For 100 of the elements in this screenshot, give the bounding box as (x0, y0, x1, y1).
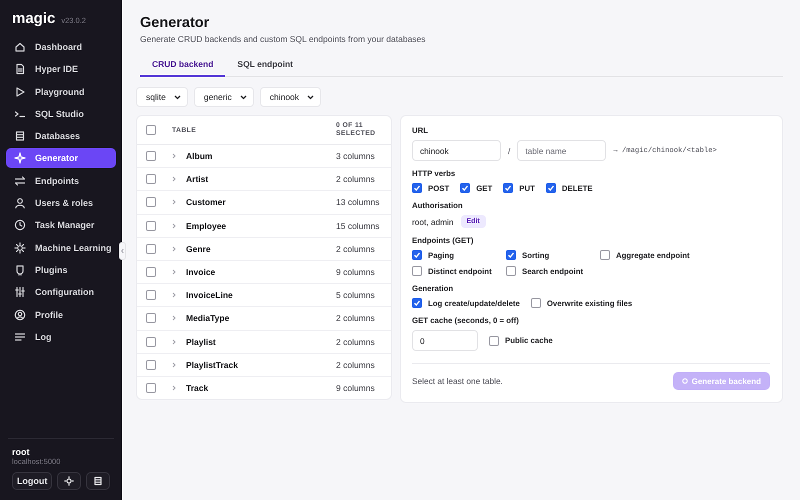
checkbox[interactable] (412, 266, 422, 276)
play-icon (14, 86, 26, 98)
sidebar-item[interactable]: Endpoints (6, 170, 116, 191)
user-icon (14, 197, 26, 210)
roles-text: root, admin (412, 216, 454, 226)
document-icon (14, 63, 26, 76)
sidebar-item[interactable]: Log (6, 326, 116, 347)
table-name: Invoice (186, 267, 216, 278)
sidebar-item[interactable]: Playground (6, 82, 116, 102)
column-count: 3 columns (336, 151, 376, 162)
table-name: Track (186, 382, 210, 393)
table-name: InvoiceLine (186, 290, 234, 300)
sidebar-item[interactable]: Profile (6, 304, 116, 325)
column-count: 15 columns (336, 220, 380, 231)
clock-icon (14, 219, 26, 232)
dropdown[interactable]: generic (194, 87, 254, 107)
checkbox[interactable] (506, 266, 516, 276)
collapse-handle[interactable] (119, 242, 126, 260)
expand-icon[interactable] (172, 315, 176, 322)
expand-icon[interactable] (172, 269, 176, 276)
column-count: 13 columns (336, 197, 380, 208)
column-count: 2 columns (336, 336, 376, 347)
checkbox[interactable] (546, 183, 556, 193)
checkbox[interactable] (146, 267, 156, 278)
expand-icon[interactable] (172, 384, 176, 391)
checkbox[interactable] (460, 183, 470, 193)
checkbox[interactable] (506, 250, 516, 260)
expand-icon[interactable] (172, 199, 176, 206)
column-count: 2 columns (336, 244, 376, 254)
sidebar-item[interactable]: Plugins (6, 260, 116, 280)
column-count: 2 columns (336, 360, 376, 370)
sliders-icon (14, 286, 26, 298)
table-name: Artist (186, 174, 210, 184)
cache-field[interactable]: 0 (412, 330, 478, 351)
checkbox[interactable] (530, 298, 541, 308)
sidebar-item[interactable]: Dashboard (6, 37, 116, 57)
table-name: Playlist (186, 336, 217, 347)
checkbox[interactable] (146, 290, 156, 300)
logout-button[interactable]: Logout (12, 472, 52, 490)
column-count: 2 columns (336, 313, 376, 324)
user-name: root (12, 447, 30, 457)
checkbox[interactable] (146, 151, 156, 162)
sun-icon (64, 476, 74, 486)
chevron-down-icon (307, 94, 314, 100)
dropdown[interactable]: chinook (260, 87, 322, 107)
sidebar-item[interactable]: Configuration (6, 282, 116, 302)
database-button[interactable] (86, 472, 110, 490)
tab[interactable]: CRUD backend (140, 56, 226, 77)
checkbox[interactable] (146, 125, 156, 135)
expand-icon[interactable] (172, 222, 176, 229)
table-name-field[interactable]: table name (517, 140, 606, 161)
expand-icon[interactable] (172, 246, 176, 252)
checkbox[interactable] (146, 313, 156, 324)
database-field[interactable]: chinook (412, 140, 501, 161)
checkbox[interactable] (412, 298, 422, 308)
sidebar-item[interactable]: Task Manager (6, 215, 116, 236)
tab[interactable]: SQL endpoint (225, 56, 305, 77)
sidebar-item[interactable]: Generator (6, 148, 116, 168)
column-count: 5 columns (336, 290, 376, 300)
list-icon (14, 330, 26, 343)
checkbox[interactable] (146, 197, 156, 208)
url-separator: / (508, 146, 510, 156)
checkbox[interactable] (146, 174, 156, 184)
expand-icon[interactable] (172, 338, 176, 345)
expand-icon[interactable] (172, 362, 176, 368)
checkbox[interactable] (146, 360, 156, 370)
database-icon (93, 476, 104, 486)
chevron-down-icon (240, 94, 247, 100)
theme-button[interactable] (57, 472, 82, 490)
table-name: MediaType (186, 313, 230, 324)
sidebar-item[interactable]: SQL Studio (6, 104, 116, 124)
home-icon (14, 41, 26, 53)
checkbox[interactable] (489, 336, 499, 346)
column-count: 2 columns (336, 174, 376, 184)
sidebar-item[interactable]: Users & roles (6, 193, 116, 214)
expand-icon[interactable] (172, 176, 176, 182)
hint-text: Select at least one table. (412, 376, 503, 386)
checkbox[interactable] (600, 250, 610, 260)
sidebar-item[interactable]: Databases (6, 126, 116, 146)
app-logo: magic (12, 10, 56, 27)
checkbox[interactable] (146, 336, 156, 347)
circle-icon (682, 378, 688, 384)
sparkle-icon (14, 152, 26, 164)
dropdown[interactable]: sqlite (136, 87, 188, 107)
profile-icon (14, 308, 26, 321)
column-count: 9 columns (336, 267, 376, 278)
checkbox[interactable] (146, 220, 156, 231)
expand-icon[interactable] (172, 292, 176, 298)
sidebar-item[interactable]: Hyper IDE (6, 59, 116, 80)
checkbox[interactable] (503, 183, 514, 193)
table-name: Genre (186, 244, 212, 254)
checkbox[interactable] (412, 183, 422, 193)
checkbox[interactable] (146, 382, 156, 393)
expand-icon[interactable] (172, 153, 176, 160)
gear-icon (14, 242, 26, 254)
checkbox[interactable] (146, 244, 156, 254)
sidebar-item[interactable]: Machine Learning (6, 238, 116, 258)
table-name: Album (186, 151, 214, 162)
checkbox[interactable] (412, 250, 422, 260)
plug-icon (14, 264, 26, 276)
